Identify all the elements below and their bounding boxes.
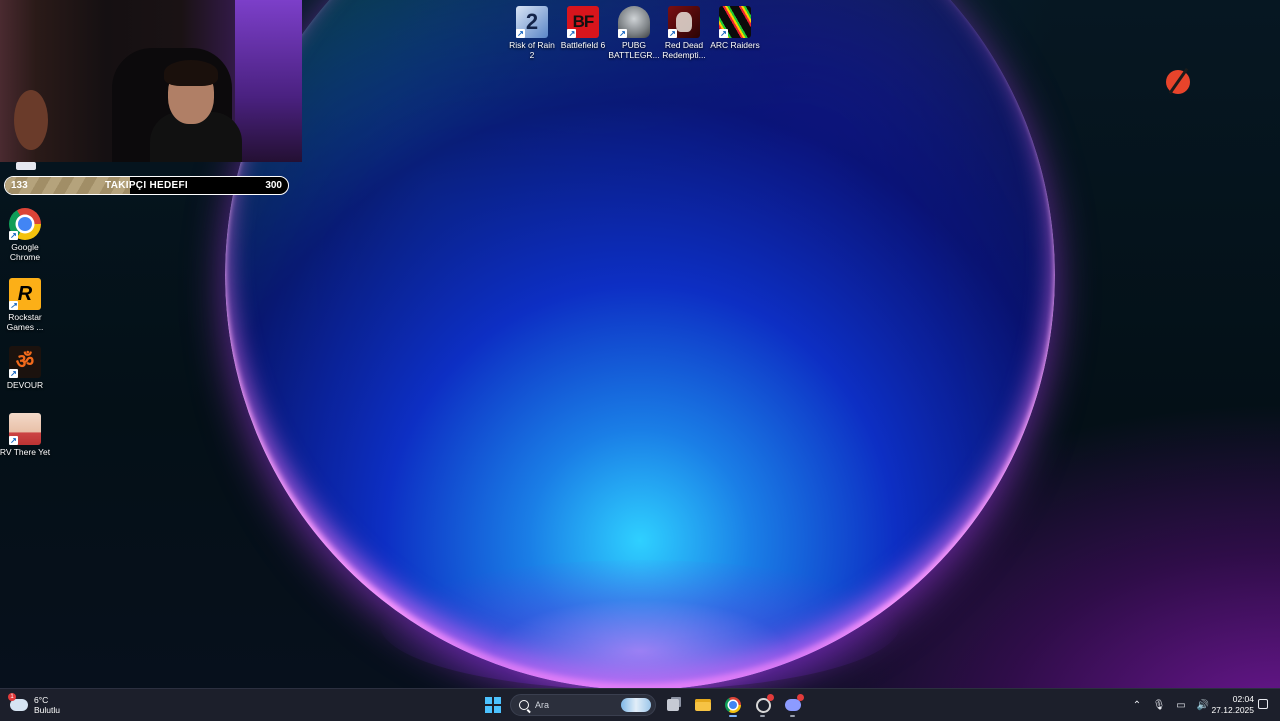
system-tray: ⌃ 🎙 ▭ 🔊 (1130, 693, 1210, 717)
battlefield-6-icon: BF ↗ (567, 6, 599, 38)
taskbar-apps: Ara (480, 693, 806, 717)
shortcut-arrow-icon: ↗ (9, 301, 18, 310)
rockstar-icon: R ↗ (9, 278, 41, 310)
shortcut-arrow-icon: ↗ (618, 29, 627, 38)
shortcut-arrow-icon: ↗ (567, 29, 576, 38)
desktop-icon-arc-raiders[interactable]: ↗ ARC Raiders (709, 6, 761, 50)
desktop-icon-battlefield-6[interactable]: BF ↗ Battlefield 6 (557, 6, 609, 50)
file-explorer-button[interactable] (690, 693, 716, 717)
microphone-icon[interactable]: 🎙 (1152, 698, 1166, 712)
task-view-icon (667, 699, 679, 711)
taskbar-search[interactable]: Ara (510, 694, 656, 716)
desktop-icon-label: Battlefield 6 (560, 40, 606, 50)
search-placeholder: Ara (535, 700, 550, 710)
taskbar-clock[interactable]: 02:04 27.12.2025 (1206, 694, 1254, 716)
start-button[interactable] (480, 693, 506, 717)
risk-of-rain-2-icon: 2 ↗ (516, 6, 548, 38)
wallpaper-brand-logo-icon (1166, 70, 1190, 94)
risk-of-rain-2-glyph: 2 (525, 9, 539, 34)
wallpaper-glow (380, 560, 900, 688)
weather-widget[interactable]: 1 6°C Bulutlu (8, 693, 60, 717)
follower-goal-target: 300 (265, 180, 282, 191)
chrome-icon (725, 697, 741, 713)
discord-taskbar-button[interactable] (780, 693, 806, 717)
desktop-icon-red-dead-redemption[interactable]: ↗ Red Dead Redempti... (658, 6, 710, 60)
desktop-icon-label: RV There Yet (0, 447, 51, 457)
desktop-icon-google-chrome[interactable]: ↗ Google Chrome (0, 208, 51, 262)
desktop-icon-risk-of-rain-2[interactable]: 2 ↗ Risk of Rain 2 (506, 6, 558, 60)
taskbar: 1 6°C Bulutlu Ara ⌃ 🎙 ▭ 🔊 02:04 27.12.20… (0, 688, 1280, 721)
rockstar-glyph: R (17, 283, 33, 305)
webcam-guitar (14, 90, 48, 150)
task-view-button[interactable] (660, 693, 686, 717)
desktop-icon-label: Google Chrome (9, 242, 41, 262)
weather-badge: 1 (8, 693, 16, 701)
active-indicator (790, 715, 795, 717)
clock-time: 02:04 (1232, 694, 1254, 704)
shortcut-arrow-icon: ↗ (9, 231, 18, 240)
weather-condition: Bulutlu (34, 705, 60, 715)
desktop-icon-rv-there-yet[interactable]: ↗ RV There Yet (0, 413, 51, 457)
shortcut-arrow-icon: ↗ (668, 29, 677, 38)
desktop-icon-label: Red Dead Redempti... (662, 40, 706, 60)
network-icon[interactable]: ▭ (1174, 698, 1188, 712)
weather-text: 6°C Bulutlu (34, 695, 60, 715)
weather-temp: 6°C (34, 695, 49, 705)
desktop-icon-devour[interactable]: ॐ ↗ DEVOUR (0, 346, 51, 390)
show-hidden-icons-chevron-icon[interactable]: ⌃ (1130, 698, 1144, 712)
webcam-background-light (235, 0, 302, 162)
clock-date: 27.12.2025 (1211, 705, 1254, 715)
follower-goal-current: 133 (11, 180, 28, 191)
rv-there-yet-icon: ↗ (9, 413, 41, 445)
recording-indicator (767, 694, 774, 701)
red-dead-redemption-icon: ↗ (668, 6, 700, 38)
follower-goal-bar: TAKIPÇI HEDEFI 133 300 (4, 176, 289, 195)
chrome-taskbar-button[interactable] (720, 693, 746, 717)
desktop-icon-pubg[interactable]: ↗ PUBG BATTLEGR... (608, 6, 660, 60)
shortcut-arrow-icon: ↗ (516, 29, 525, 38)
shortcut-arrow-icon: ↗ (9, 369, 18, 378)
search-icon (519, 700, 529, 710)
shortcut-arrow-icon: ↗ (9, 436, 18, 445)
desktop-icon-label: ARC Raiders (710, 40, 760, 50)
active-indicator (729, 715, 737, 717)
obs-taskbar-button[interactable] (750, 693, 776, 717)
webcam-streamer-hair (164, 60, 218, 86)
desktop-icon-label: Risk of Rain 2 (509, 40, 555, 60)
notification-badge (797, 694, 804, 701)
devour-icon: ॐ ↗ (9, 346, 41, 378)
desktop-icon-label: DEVOUR (6, 380, 44, 390)
follower-goal-title: TAKIPÇI HEDEFI (105, 180, 188, 191)
pubg-icon: ↗ (618, 6, 650, 38)
chrome-icon: ↗ (9, 208, 41, 240)
desktop-icon-rockstar-games[interactable]: R ↗ Rockstar Games ... (0, 278, 51, 332)
webcam-overlay (0, 0, 302, 162)
battlefield-glyph: BF (572, 12, 595, 31)
shortcut-arrow-icon: ↗ (719, 29, 728, 38)
arc-raiders-icon: ↗ (719, 6, 751, 38)
active-indicator (760, 715, 765, 717)
file-explorer-icon (695, 699, 711, 711)
webcam-tag (16, 162, 36, 170)
windows-logo-icon (485, 697, 501, 713)
desktop-icon-label: Rockstar Games ... (6, 312, 44, 332)
cloud-icon: 1 (8, 693, 28, 711)
search-highlight-icon (621, 698, 651, 712)
notification-center-icon[interactable] (1258, 699, 1268, 709)
desktop-icon-label: PUBG BATTLEGR... (608, 40, 660, 60)
devour-glyph: ॐ (15, 351, 35, 373)
